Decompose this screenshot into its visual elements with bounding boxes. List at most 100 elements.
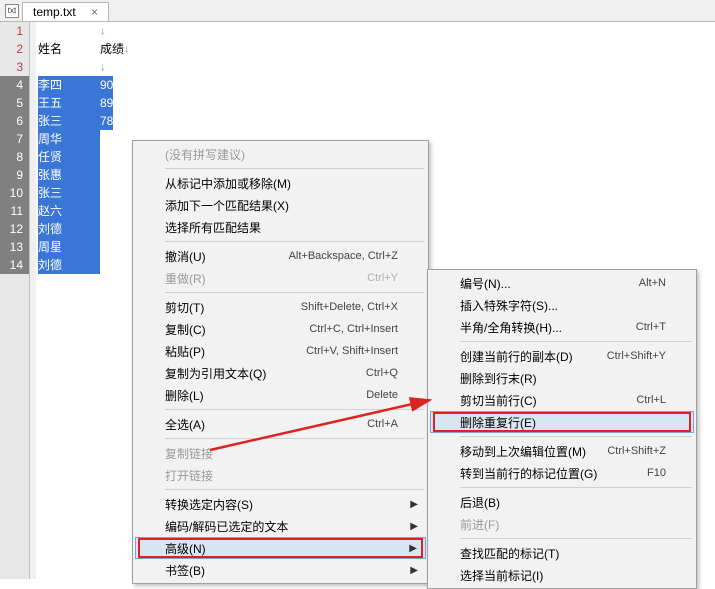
menu-separator <box>165 292 424 293</box>
close-icon[interactable]: × <box>91 5 98 19</box>
menu-item: 前进(F) <box>430 513 694 535</box>
menu-item[interactable]: 添加下一个匹配结果(X) <box>135 194 426 216</box>
menu-label: 编号(N)... <box>460 275 639 292</box>
menu-item[interactable]: 撤消(U)Alt+Backspace, Ctrl+Z <box>135 245 426 267</box>
menu-item[interactable]: 选择所有匹配结果 <box>135 216 426 238</box>
menu-label: 后退(B) <box>460 494 666 511</box>
menu-item: 复制链接 <box>135 442 426 464</box>
menu-label: 高级(N) <box>165 540 398 557</box>
menu-label: 书签(B) <box>165 562 398 579</box>
menu-label: 复制(C) <box>165 321 309 338</box>
file-icon: txt <box>5 4 19 18</box>
text-line[interactable]: 姓名成绩↓ <box>36 40 715 58</box>
line-number: 14 <box>0 256 29 274</box>
line-number: 6 <box>0 112 29 130</box>
menu-label: 半角/全角转换(H)... <box>460 319 636 336</box>
menu-item[interactable]: 编码/解码已选定的文本▶ <box>135 515 426 537</box>
menu-shortcut: Ctrl+Q <box>366 367 398 379</box>
text-line[interactable]: 李四90 <box>36 76 715 94</box>
menu-separator <box>165 438 424 439</box>
menu-label: 全选(A) <box>165 416 367 433</box>
menu-label: 选择所有匹配结果 <box>165 219 398 236</box>
menu-shortcut: Ctrl+A <box>367 418 398 430</box>
menu-label: 添加下一个匹配结果(X) <box>165 197 398 214</box>
text-line[interactable]: 王五89 <box>36 94 715 112</box>
menu-shortcut: Ctrl+Y <box>367 272 398 284</box>
menu-shortcut: Ctrl+Shift+Y <box>607 350 666 362</box>
chevron-right-icon: ▶ <box>409 543 417 554</box>
menu-label: 复制链接 <box>165 445 398 462</box>
menu-shortcut: Ctrl+C, Ctrl+Insert <box>309 323 398 335</box>
menu-label: 插入特殊字符(S)... <box>460 297 666 314</box>
context-submenu[interactable]: 编号(N)...Alt+N插入特殊字符(S)...半角/全角转换(H)...Ct… <box>427 269 697 589</box>
text-line[interactable]: ↓ <box>36 22 715 40</box>
menu-item[interactable]: 查找匹配的标记(T) <box>430 542 694 564</box>
chevron-right-icon: ▶ <box>410 565 418 576</box>
menu-label: 删除(L) <box>165 387 366 404</box>
line-number: 9 <box>0 166 29 184</box>
menu-separator <box>460 341 692 342</box>
line-number: 12 <box>0 220 29 238</box>
menu-item[interactable]: 删除(L)Delete <box>135 384 426 406</box>
menu-label: 查找匹配的标记(T) <box>460 545 666 562</box>
menu-shortcut: Ctrl+T <box>636 321 666 333</box>
menu-item[interactable]: 复制(C)Ctrl+C, Ctrl+Insert <box>135 318 426 340</box>
line-number: 3 <box>0 58 29 76</box>
menu-separator <box>460 436 692 437</box>
menu-separator <box>165 241 424 242</box>
menu-label: 粘贴(P) <box>165 343 306 360</box>
menu-label: 选择当前标记(I) <box>460 567 666 584</box>
menu-item[interactable]: 创建当前行的副本(D)Ctrl+Shift+Y <box>430 345 694 367</box>
context-menu[interactable]: (没有拼写建议) 从标记中添加或移除(M) 添加下一个匹配结果(X) 选择所有匹配结果… <box>132 140 429 584</box>
menu-label: 编码/解码已选定的文本 <box>165 518 398 535</box>
menu-item[interactable]: 复制为引用文本(Q)Ctrl+Q <box>135 362 426 384</box>
file-tab[interactable]: temp.txt × <box>22 2 109 21</box>
menu-item[interactable]: 插入特殊字符(S)... <box>430 294 694 316</box>
line-number: 10 <box>0 184 29 202</box>
menu-item[interactable]: 半角/全角转换(H)...Ctrl+T <box>430 316 694 338</box>
menu-item[interactable]: 编号(N)...Alt+N <box>430 272 694 294</box>
menu-item[interactable]: 选择当前标记(I) <box>430 564 694 586</box>
line-number: 5 <box>0 94 29 112</box>
menu-shortcut: Delete <box>366 389 398 401</box>
menu-label: 删除重复行(E) <box>460 414 666 431</box>
text-line[interactable]: 张三78 <box>36 112 715 130</box>
menu-item[interactable]: 从标记中添加或移除(M) <box>135 172 426 194</box>
menu-label: 撤消(U) <box>165 248 289 265</box>
menu-item[interactable]: 转到当前行的标记位置(G)F10 <box>430 462 694 484</box>
line-number: 7 <box>0 130 29 148</box>
menu-item: (没有拼写建议) <box>135 143 426 165</box>
menu-label: 创建当前行的副本(D) <box>460 348 607 365</box>
menu-item[interactable]: 转换选定内容(S) ▶ <box>135 493 426 515</box>
menu-shortcut: F10 <box>647 467 666 479</box>
menu-item[interactable]: 高级(N) ▶ <box>135 537 426 559</box>
menu-item[interactable]: 剪切(T)Shift+Delete, Ctrl+X <box>135 296 426 318</box>
chevron-right-icon: ▶ <box>410 499 418 510</box>
menu-item[interactable]: 后退(B) <box>430 491 694 513</box>
menu-separator <box>460 538 692 539</box>
menu-label: 移动到上次编辑位置(M) <box>460 443 607 460</box>
menu-item: 重做(R)Ctrl+Y <box>135 267 426 289</box>
tab-bar: txt temp.txt × <box>0 0 715 22</box>
menu-shortcut: Alt+N <box>639 277 666 289</box>
menu-item[interactable]: 全选(A)Ctrl+A <box>135 413 426 435</box>
menu-item[interactable]: 删除到行末(R) <box>430 367 694 389</box>
menu-label: 复制为引用文本(Q) <box>165 365 366 382</box>
menu-shortcut: Alt+Backspace, Ctrl+Z <box>289 250 398 262</box>
menu-item[interactable]: 剪切当前行(C)Ctrl+L <box>430 389 694 411</box>
menu-item: 打开链接 <box>135 464 426 486</box>
menu-item[interactable]: 书签(B) ▶ <box>135 559 426 581</box>
menu-separator <box>460 487 692 488</box>
menu-label: 剪切当前行(C) <box>460 392 636 409</box>
text-line[interactable]: ↓ <box>36 58 715 76</box>
menu-item[interactable]: 粘贴(P)Ctrl+V, Shift+Insert <box>135 340 426 362</box>
menu-item[interactable]: 删除重复行(E) <box>430 411 694 433</box>
line-number: 13 <box>0 238 29 256</box>
menu-label: 重做(R) <box>165 270 367 287</box>
menu-separator <box>165 168 424 169</box>
menu-item[interactable]: 移动到上次编辑位置(M)Ctrl+Shift+Z <box>430 440 694 462</box>
menu-label: 删除到行末(R) <box>460 370 666 387</box>
menu-label: 转换选定内容(S) <box>165 496 398 513</box>
menu-separator <box>165 489 424 490</box>
line-number: 8 <box>0 148 29 166</box>
